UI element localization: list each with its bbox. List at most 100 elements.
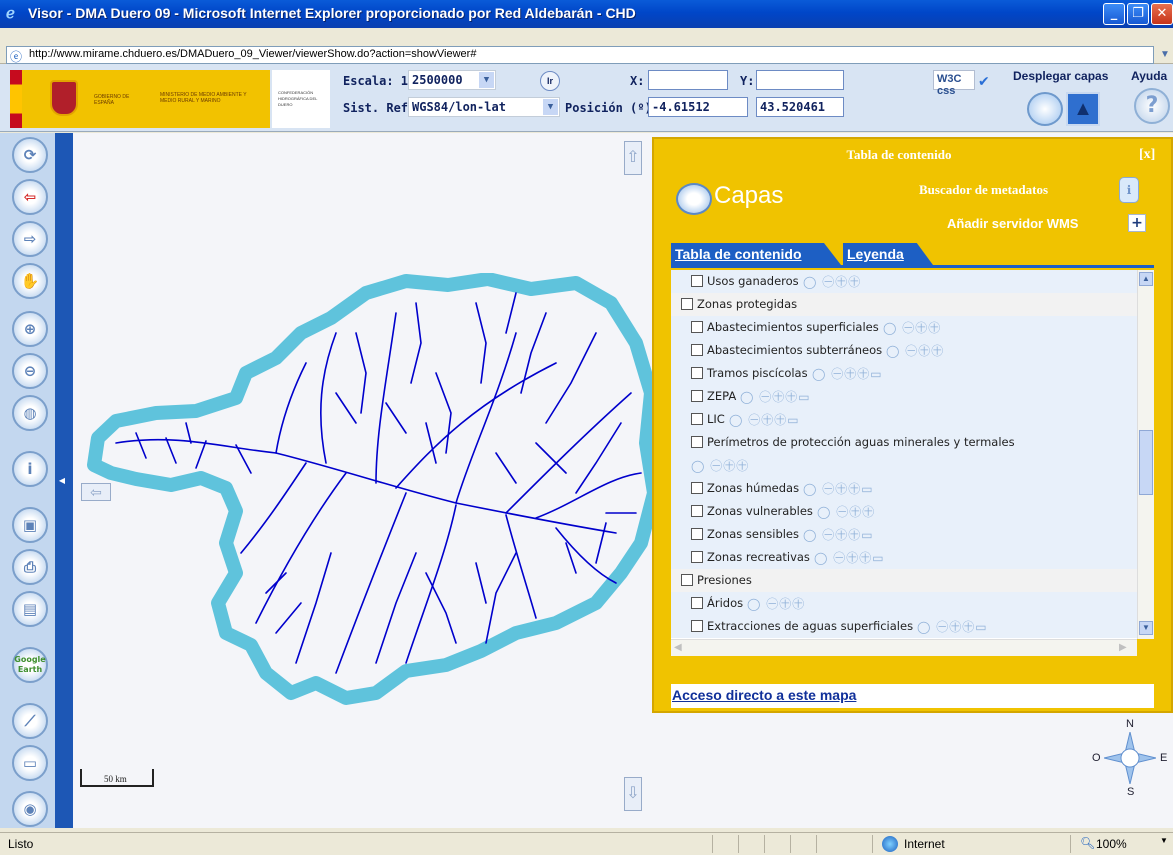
zoom-dropdown-icon[interactable]: ▼ [1160,836,1168,845]
ruler-icon[interactable]: ⟋ [12,703,48,739]
layer-actions-icon[interactable]: ◯ ㊀㊉㊉ [886,342,944,359]
minimize-button[interactable]: _ [1103,3,1125,25]
layer-checkbox[interactable] [691,505,703,517]
zoom-in-icon[interactable]: ⊕ [12,311,48,347]
add-wms-link[interactable]: Añadir servidor WMS [947,216,1078,231]
compass-rose-icon[interactable] [1104,732,1156,784]
pan-down-arrow-icon[interactable]: ⇩ [624,777,642,811]
back-arrow-icon[interactable]: ⇦ [12,179,48,215]
internet-zone-icon [882,836,898,852]
hand-pan-icon[interactable]: ✋ [12,263,48,299]
info-icon[interactable]: i [12,451,48,487]
y-label: Y: [740,74,755,88]
direct-map-link[interactable]: Acceso directo a este mapa [672,687,856,703]
address-dropdown-icon[interactable]: ▼ [1158,46,1172,64]
layer-label: Zonas húmedas [707,481,800,495]
posicion-label: Posición (º): [565,101,659,115]
status-separator [738,835,739,853]
more-tool-icon[interactable]: ◉ [12,791,48,827]
ayuda-label: Ayuda [1131,69,1168,83]
tab-tabla-de-contenido[interactable]: Tabla de contenido [671,243,841,265]
pan-up-arrow-icon[interactable]: ⇧ [624,141,642,175]
google-earth-icon[interactable]: Google Earth [12,647,48,683]
zoom-out-icon[interactable]: ⊖ [12,353,48,389]
status-separator [790,835,791,853]
printer-icon[interactable]: ▭ [12,745,48,781]
layers-button[interactable] [1027,92,1063,126]
x-input[interactable] [648,70,728,90]
layer-checkbox[interactable] [691,321,703,333]
layer-checkbox[interactable] [691,482,703,494]
scroll-down-icon[interactable]: ▼ [1139,621,1153,635]
escala-select[interactable]: 2500000 ▼ [408,70,496,90]
window-title: Visor - DMA Duero 09 - Microsoft Interne… [28,5,636,21]
photo-icon[interactable]: ▤ [12,591,48,627]
layer-checkbox[interactable] [681,574,693,586]
layer-actions-icon[interactable]: ◯ ㊀㊉㊉ [691,457,749,474]
metadata-search-link[interactable]: Buscador de metadatos [919,182,1048,198]
tab-leyenda[interactable]: Leyenda [843,243,933,265]
chd-label: CONFEDERACIÓN HIDROGRÁFICA DEL DUERO [278,90,318,107]
zoom-level[interactable]: 100% [1096,837,1127,851]
layer-checkbox[interactable] [691,597,703,609]
layer-label: Perímetros de protección aguas minerales… [707,435,1015,449]
viewer-header: GOBIERNO DE ESPAÑA MINISTERIO DE MEDIO A… [0,64,1173,132]
scroll-thumb[interactable] [1139,430,1153,495]
layer-checkbox[interactable] [691,528,703,540]
layer-actions-icon[interactable]: ◯ ㊀㊉㊉▭ [729,411,800,428]
layer-actions-icon[interactable]: ◯ ㊀㊉㊉▭ [814,549,885,566]
layer-actions-icon[interactable]: ◯ ㊀㊉㊉▭ [740,388,811,405]
ir-button[interactable]: Ir [540,71,560,91]
layer-actions-icon[interactable]: ◯ ㊀㊉㊉▭ [803,480,874,497]
layer-checkbox[interactable] [681,298,693,310]
add-wms-button[interactable]: + [1128,214,1146,232]
collapse-toolbar-icon[interactable]: ◀ [58,468,66,494]
globe-icon[interactable]: ◍ [12,395,48,431]
vertical-scrollbar[interactable]: ▲ ▼ [1137,270,1154,639]
layer-label: Abastecimientos superficiales [707,320,879,334]
pos-lon-field: -4.61512 [648,97,748,117]
close-button[interactable]: ✕ [1151,3,1173,25]
layer-checkbox[interactable] [691,275,703,287]
layer-actions-icon[interactable]: ◯ ㊀㊉㊉ [803,273,861,290]
layer-checkbox[interactable] [691,551,703,563]
layer-row: Abastecimientos superficiales ◯ ㊀㊉㊉ [671,316,1137,339]
metadata-search-icon[interactable]: ℹ [1119,177,1139,203]
print-icon[interactable]: ⎙ [12,549,48,585]
status-bar: Listo Internet 🔍︎ 100% ▼ [0,832,1173,855]
layer-actions-icon[interactable]: ◯ ㊀㊉㊉▭ [803,526,874,543]
layer-checkbox[interactable] [691,620,703,632]
scroll-right-icon[interactable]: ▶ [1119,642,1127,653]
maximize-button[interactable]: ❐ [1127,3,1149,25]
help-button[interactable]: ? [1134,88,1170,124]
address-url[interactable]: http://www.mirame.chduero.es/DMADuero_09… [29,48,476,60]
gov-label: GOBIERNO DE ESPAÑA [94,94,130,106]
collapse-up-button[interactable]: ▲ [1066,92,1100,126]
toc-close-button[interactable]: [x] [1139,147,1155,163]
layer-label: Zonas recreativas [707,550,810,564]
sistref-select[interactable]: WGS84/lon-lat ▼ [408,97,560,117]
zoom-icon[interactable]: 🔍︎ [1080,836,1095,850]
scroll-up-icon[interactable]: ▲ [1139,272,1153,286]
y-input[interactable] [756,70,844,90]
layer-actions-icon[interactable]: ◯ ㊀㊉㊉ [883,319,941,336]
layer-actions-icon[interactable]: ◯ ㊀㊉㊉ [817,503,875,520]
layer-checkbox[interactable] [691,344,703,356]
refresh-tool-icon[interactable]: ⟳ [12,137,48,173]
layer-checkbox[interactable] [691,367,703,379]
layer-checkbox[interactable] [691,413,703,425]
w3c-css-badge[interactable]: W3C css [933,70,975,97]
save-disk-icon[interactable]: ▣ [12,507,48,543]
layer-actions-icon[interactable]: ◯ ㊀㊉㊉ [747,595,805,612]
address-field[interactable]: ⓔ http://www.mirame.chduero.es/DMADuero_… [6,46,1154,64]
scroll-left-icon[interactable]: ◀ [674,642,682,653]
layer-actions-icon[interactable]: ◯ ㊀㊉㊉▭ [812,365,883,382]
layer-row: Abastecimientos subterráneos ◯ ㊀㊉㊉ [671,339,1137,362]
forward-arrow-icon[interactable]: ⇨ [12,221,48,257]
layer-label: Zonas protegidas [697,297,798,311]
layer-actions-icon[interactable]: ◯ ㊀㊉㊉▭ [917,618,988,635]
layer-checkbox[interactable] [691,436,703,448]
horizontal-scrollbar[interactable]: ◀ ▶ [671,639,1137,656]
layer-checkbox[interactable] [691,390,703,402]
status-separator [764,835,765,853]
